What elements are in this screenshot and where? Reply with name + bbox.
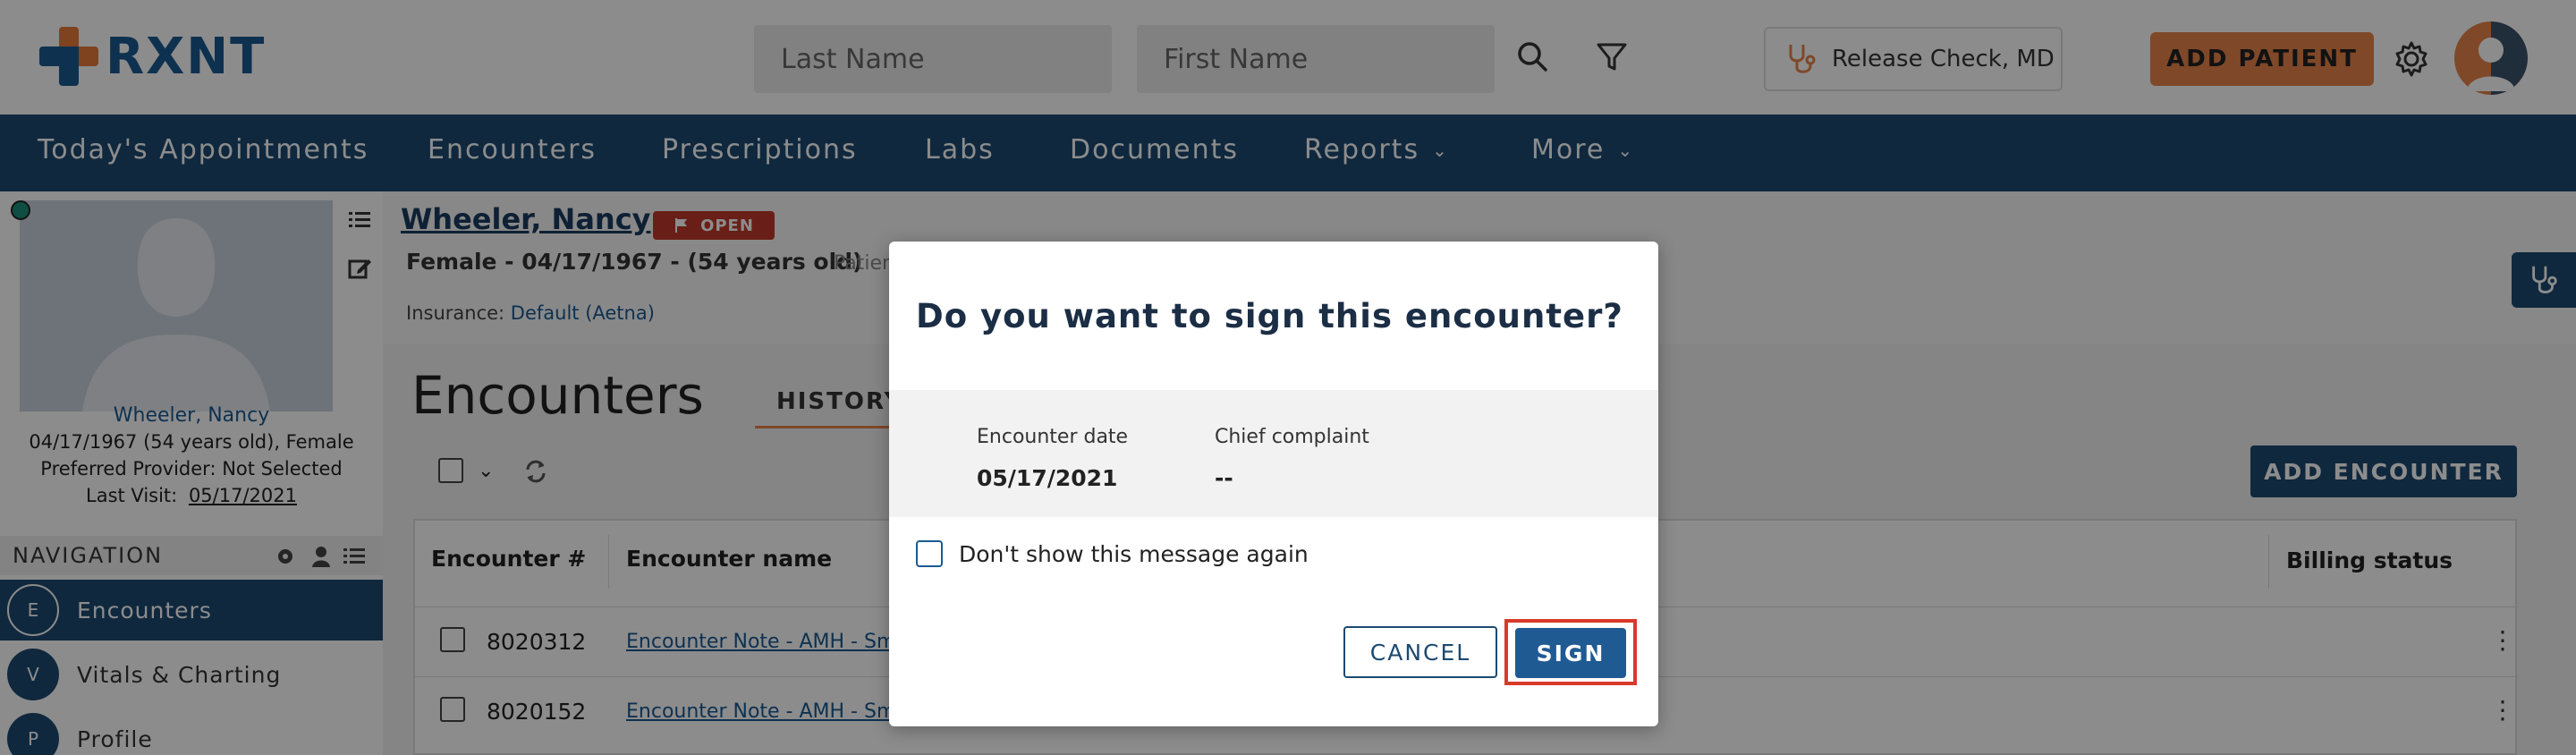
encounter-summary: Encounter date 05/17/2021 Chief complain… xyxy=(889,390,1658,517)
encounter-date-value: 05/17/2021 xyxy=(977,465,1118,491)
dont-show-label: Don't show this message again xyxy=(959,540,1309,567)
dont-show-checkbox[interactable] xyxy=(916,540,943,567)
chief-complaint-value: -- xyxy=(1215,465,1233,491)
encounter-date-label: Encounter date xyxy=(977,426,1129,448)
cancel-button[interactable]: CANCEL xyxy=(1343,626,1497,678)
chief-complaint-label: Chief complaint xyxy=(1215,426,1369,448)
sign-encounter-dialog: Do you want to sign this encounter? Enco… xyxy=(889,242,1658,726)
sign-button[interactable]: SIGN xyxy=(1515,628,1626,678)
dont-show-again[interactable]: Don't show this message again xyxy=(916,540,1309,567)
dialog-title: Do you want to sign this encounter? xyxy=(916,297,1623,335)
